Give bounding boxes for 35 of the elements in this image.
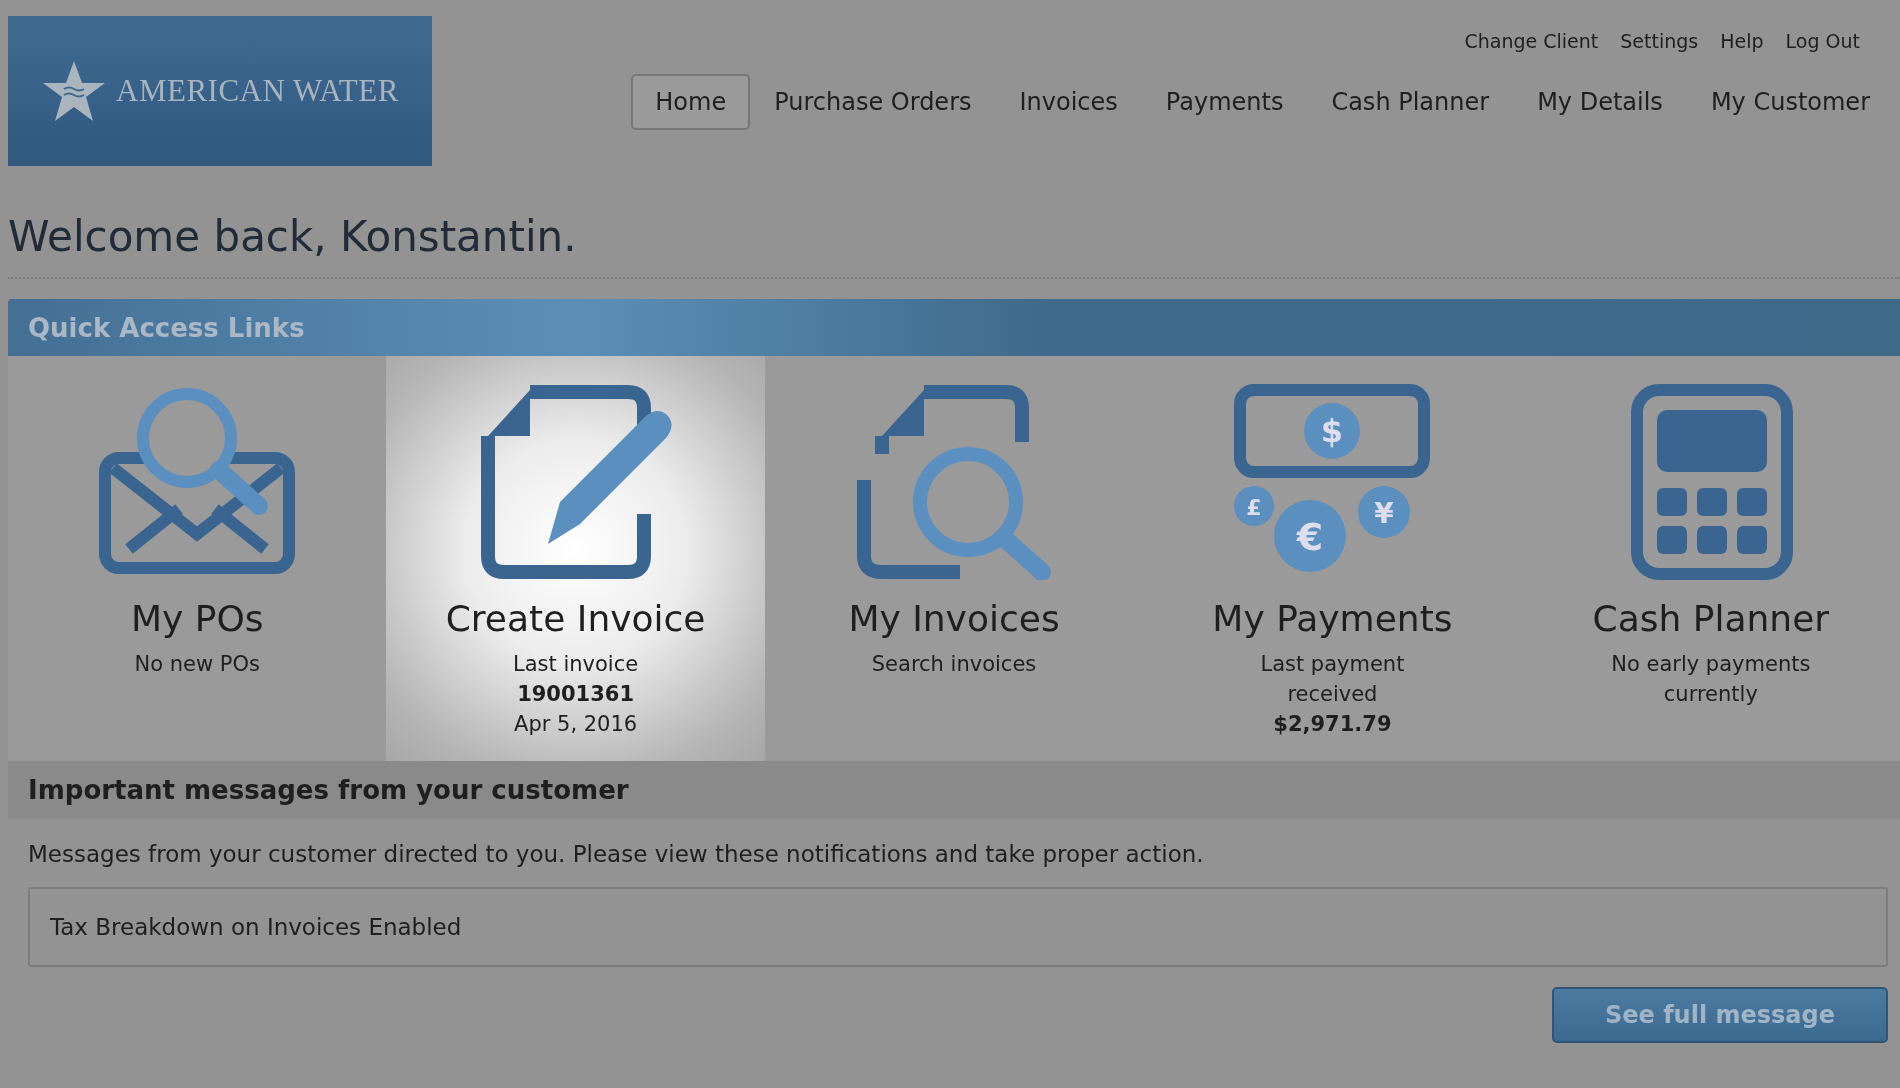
- top-link[interactable]: Change Client: [1464, 30, 1599, 52]
- nav-tab[interactable]: Purchase Orders: [750, 74, 996, 130]
- tile-caption: Last invoice 19001361 Apr 5, 2016: [513, 651, 639, 738]
- tile-title[interactable]: My Invoices: [848, 598, 1060, 639]
- quick-link-tile[interactable]: $ £ € ¥ My Payments Last payment received $2,971.79: [1143, 356, 1522, 761]
- messages-header: Important messages from your customer: [8, 761, 1900, 819]
- logo-text: AMERICAN WATER: [116, 73, 399, 109]
- tile-title[interactable]: My POs: [130, 598, 264, 639]
- tile-caption: Last payment received $2,971.79: [1259, 651, 1406, 738]
- tile-title[interactable]: My Payments: [1212, 598, 1453, 639]
- nav-tab[interactable]: Home: [631, 74, 751, 130]
- quick-link-tile[interactable]: My Invoices Search invoices: [764, 356, 1144, 761]
- tile-title[interactable]: Create Invoice: [445, 598, 706, 639]
- quick-link-tile[interactable]: My POs No new POs: [8, 356, 387, 761]
- nav-tab[interactable]: Cash Planner: [1307, 74, 1514, 130]
- messages-intro: Messages from your customer directed to you. Please view these notifications and take proper action.: [28, 841, 1205, 867]
- tile-caption: No new POs: [134, 651, 260, 678]
- tile-caption: No early payments currently: [1610, 651, 1812, 708]
- top-link[interactable]: Log Out: [1785, 30, 1860, 52]
- welcome-heading: Welcome back, Konstantin.: [8, 212, 578, 261]
- message-item[interactable]: Tax Breakdown on Invoices Enabled: [28, 887, 1888, 967]
- nav-tab[interactable]: Payments: [1141, 74, 1308, 130]
- company-logo[interactable]: AMERICAN WATER: [8, 16, 432, 166]
- nav-tab[interactable]: My Details: [1513, 74, 1687, 130]
- document-magnifier-icon: [856, 384, 1052, 580]
- section-header: Quick Access Links: [8, 299, 1900, 356]
- nav-tab[interactable]: My Customer: [1686, 74, 1894, 130]
- star-logo-icon: [42, 59, 106, 123]
- top-link[interactable]: Settings: [1620, 30, 1699, 52]
- tile-caption: Search invoices: [871, 651, 1037, 678]
- tile-title[interactable]: Cash Planner: [1592, 598, 1830, 639]
- nav-tab[interactable]: Invoices: [995, 74, 1142, 130]
- quick-link-tile[interactable]: Create Invoice Last invoice 19001361 Apr 5, 2016: [386, 356, 765, 761]
- top-link[interactable]: Help: [1720, 30, 1764, 52]
- quick-link-tile[interactable]: Cash Planner No early payments currently: [1521, 356, 1900, 761]
